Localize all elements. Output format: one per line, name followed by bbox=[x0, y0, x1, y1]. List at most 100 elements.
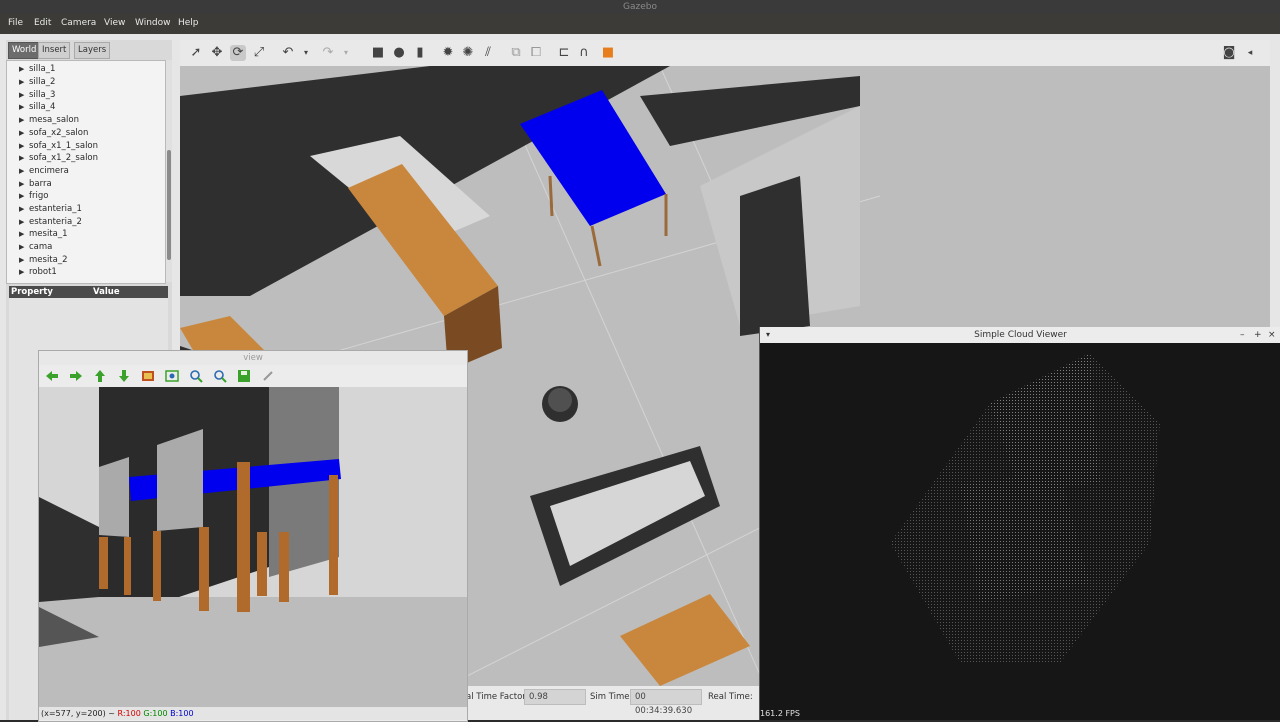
menu-file[interactable]: File bbox=[8, 18, 23, 28]
expand-arrow-icon[interactable]: ▶ bbox=[19, 230, 24, 238]
tree-item[interactable]: ▶ silla_3 bbox=[19, 90, 55, 100]
down-arrow-icon[interactable] bbox=[117, 369, 131, 383]
pixel-status-bar: (x=577, y=200) ~ R:100 G:100 B:100 bbox=[39, 707, 467, 720]
snap-icon[interactable]: ∩ bbox=[576, 45, 592, 61]
spot-light-icon[interactable]: ✺ bbox=[460, 45, 476, 61]
paste-icon[interactable]: ⧠ bbox=[528, 45, 544, 61]
align-icon[interactable]: ⊏ bbox=[556, 45, 572, 61]
cloud-viewer-window: ▾ Simple Cloud Viewer – + × 161.2 FPS bbox=[759, 327, 1280, 720]
screenshot-icon[interactable]: ◙ bbox=[1221, 45, 1237, 61]
sim-time-value: 00 00:34:39.630 bbox=[630, 689, 702, 716]
expand-arrow-icon[interactable]: ▶ bbox=[19, 205, 24, 213]
panel-tabs: World Insert Layers bbox=[6, 40, 172, 59]
point-light-icon[interactable]: ✹ bbox=[440, 45, 456, 61]
tab-layers[interactable]: Layers bbox=[74, 42, 111, 59]
cylinder-icon[interactable]: ▮ bbox=[412, 45, 428, 61]
menu-edit[interactable]: Edit bbox=[34, 18, 51, 28]
zoom-fit-icon[interactable] bbox=[165, 369, 179, 383]
more-icon[interactable]: ◂ bbox=[1242, 45, 1258, 61]
maximize-icon[interactable]: + bbox=[1254, 327, 1262, 343]
expand-arrow-icon[interactable]: ▶ bbox=[19, 91, 24, 99]
point-cloud-canvas[interactable] bbox=[760, 343, 1280, 720]
sphere-icon[interactable]: ● bbox=[391, 45, 407, 61]
tree-item[interactable]: ▶ frigo bbox=[19, 191, 48, 201]
tree-item[interactable]: ▶ mesita_1 bbox=[19, 229, 68, 239]
tree-item[interactable]: ▶ sofa_x1_1_salon bbox=[19, 141, 98, 151]
tree-scrollbar[interactable] bbox=[166, 60, 172, 282]
expand-arrow-icon[interactable]: ▶ bbox=[19, 268, 24, 276]
cursor-coordinates: (x=577, y=200) ~ bbox=[41, 709, 115, 718]
expand-arrow-icon[interactable]: ▶ bbox=[19, 129, 24, 137]
sim-time-label: Sim Time: bbox=[590, 692, 633, 702]
brush-icon[interactable] bbox=[261, 369, 275, 383]
expand-arrow-icon[interactable]: ▶ bbox=[19, 243, 24, 251]
select-arrow-icon[interactable]: ➚ bbox=[188, 45, 204, 61]
tab-world[interactable]: World bbox=[8, 42, 41, 59]
tree-item[interactable]: ▶ estanteria_1 bbox=[19, 204, 82, 214]
redo-icon[interactable]: ↷ bbox=[320, 45, 336, 61]
tree-item[interactable]: ▶ cama bbox=[19, 242, 52, 252]
tab-insert[interactable]: Insert bbox=[38, 42, 71, 59]
redo-dropdown-icon[interactable]: ▾ bbox=[338, 45, 354, 61]
up-arrow-icon[interactable] bbox=[93, 369, 107, 383]
expand-arrow-icon[interactable]: ▶ bbox=[19, 103, 24, 111]
save-icon[interactable] bbox=[237, 369, 251, 383]
image-view-window: view (x=577, y=200) ~ R:100 G:100 B:100 bbox=[38, 350, 468, 722]
tree-item[interactable]: ▶ encimera bbox=[19, 166, 69, 176]
tree-item[interactable]: ▶ estanteria_2 bbox=[19, 217, 82, 227]
expand-arrow-icon[interactable]: ▶ bbox=[19, 167, 24, 175]
tree-item[interactable]: ▶ silla_1 bbox=[19, 64, 55, 74]
rotate-icon[interactable]: ⟳ bbox=[230, 45, 246, 61]
tree-item[interactable]: ▶ barra bbox=[19, 179, 52, 189]
zoom-out-icon[interactable] bbox=[213, 369, 227, 383]
doorway bbox=[740, 176, 810, 336]
expand-arrow-icon[interactable]: ▶ bbox=[19, 154, 24, 162]
tree-item[interactable]: ▶ mesita_2 bbox=[19, 255, 68, 265]
expand-arrow-icon[interactable]: ▶ bbox=[19, 142, 24, 150]
expand-arrow-icon[interactable]: ▶ bbox=[19, 78, 24, 86]
model-tree: ▶ silla_1 ▶ silla_2 ▶ silla_3 ▶ silla_4 ▶ mes… bbox=[6, 60, 166, 284]
box-icon[interactable]: ■ bbox=[370, 45, 386, 61]
scroll-thumb[interactable] bbox=[167, 150, 171, 260]
tree-item[interactable]: ▶ sofa_x1_2_salon bbox=[19, 153, 98, 163]
expand-arrow-icon[interactable]: ▶ bbox=[19, 65, 24, 73]
window-menu-icon[interactable]: ▾ bbox=[766, 327, 770, 343]
tree-item[interactable]: ▶ silla_4 bbox=[19, 102, 55, 112]
minimize-icon[interactable]: – bbox=[1240, 327, 1245, 343]
image-icon[interactable] bbox=[141, 369, 155, 383]
zoom-in-icon[interactable] bbox=[189, 369, 203, 383]
real-time-factor-value: 0.98 bbox=[524, 689, 586, 705]
forward-arrow-icon[interactable] bbox=[69, 369, 83, 383]
tree-item[interactable]: ▶ robot1 bbox=[19, 267, 57, 277]
image-view-toolbar bbox=[39, 365, 467, 387]
menu-bar: File Edit Camera View Window Help bbox=[0, 14, 1280, 34]
camera-image[interactable] bbox=[39, 387, 467, 707]
expand-arrow-icon[interactable]: ▶ bbox=[19, 180, 24, 188]
scene-toolbar: ➚ ✥ ⟳ ⤢ ↶ ▾ ↷ ▾ ■ ● ▮ ✹ ✺ ⫽ ⧉ ⧠ ⊏ ∩ ■ ◙ … bbox=[180, 40, 1270, 67]
tree-item[interactable]: ▶ silla_2 bbox=[19, 77, 55, 87]
green-value: G:100 bbox=[143, 709, 168, 718]
expand-arrow-icon[interactable]: ▶ bbox=[19, 192, 24, 200]
color-icon[interactable]: ■ bbox=[600, 45, 616, 61]
real-time-factor-label: al Time Factor: bbox=[466, 692, 529, 702]
scale-icon[interactable]: ⤢ bbox=[251, 45, 267, 61]
menu-view[interactable]: View bbox=[104, 18, 125, 28]
close-icon[interactable]: × bbox=[1268, 327, 1276, 343]
tree-item[interactable]: ▶ mesa_salon bbox=[19, 115, 79, 125]
directional-light-icon[interactable]: ⫽ bbox=[480, 45, 496, 61]
expand-arrow-icon[interactable]: ▶ bbox=[19, 256, 24, 264]
menu-help[interactable]: Help bbox=[178, 18, 199, 28]
expand-arrow-icon[interactable]: ▶ bbox=[19, 218, 24, 226]
menu-window[interactable]: Window bbox=[135, 18, 171, 28]
menu-camera[interactable]: Camera bbox=[61, 18, 96, 28]
view-window-title: view bbox=[39, 351, 467, 365]
undo-dropdown-icon[interactable]: ▾ bbox=[298, 45, 314, 61]
point-cloud-render bbox=[890, 353, 1160, 663]
back-arrow-icon[interactable] bbox=[45, 369, 59, 383]
tree-item[interactable]: ▶ sofa_x2_salon bbox=[19, 128, 88, 138]
undo-icon[interactable]: ↶ bbox=[280, 45, 296, 61]
camera-render bbox=[39, 387, 467, 707]
copy-icon[interactable]: ⧉ bbox=[508, 45, 524, 61]
expand-arrow-icon[interactable]: ▶ bbox=[19, 116, 24, 124]
translate-icon[interactable]: ✥ bbox=[209, 45, 225, 61]
